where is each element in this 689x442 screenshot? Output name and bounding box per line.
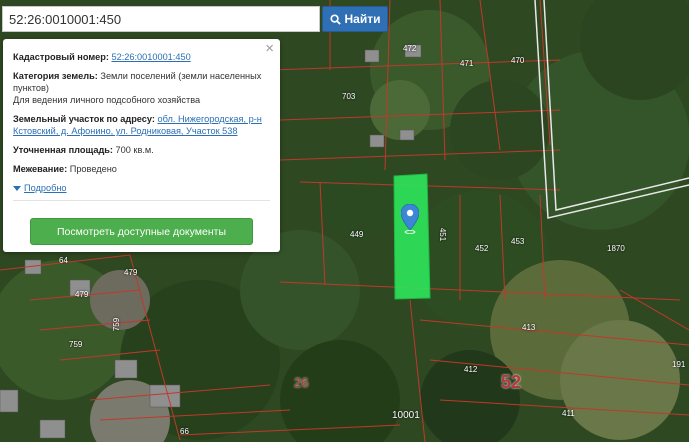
search-button[interactable]: Найти	[322, 6, 388, 32]
close-icon[interactable]: ×	[265, 41, 274, 56]
parcel-label: 191	[672, 360, 686, 369]
location-marker-icon[interactable]	[401, 204, 419, 234]
quarter-label: 52	[501, 372, 522, 392]
popup-divider	[13, 200, 270, 201]
category-row: Категория земель: Земли поселений (земли…	[13, 70, 270, 106]
details-link[interactable]: Подробно	[24, 182, 67, 194]
parcel-info-popup: × Кадастровый номер: 52:26:0010001:450 К…	[3, 39, 280, 252]
parcel-label: 759	[112, 317, 122, 332]
area-value: 700 кв.м.	[115, 145, 154, 155]
cadastral-label: Кадастровый номер:	[13, 52, 109, 62]
parcel-label: 64	[59, 256, 68, 265]
parcel-label: 471	[460, 59, 474, 68]
area-label: Уточненная площадь:	[13, 145, 113, 155]
cadastral-number-link[interactable]: 52:26:0010001:450	[111, 52, 190, 62]
selected-parcel[interactable]	[393, 173, 431, 300]
details-toggle[interactable]: Подробно	[13, 182, 270, 194]
parcel-label: 703	[342, 92, 356, 101]
survey-row: Межевание: Проведено	[13, 163, 270, 175]
area-row: Уточненная площадь: 700 кв.м.	[13, 144, 270, 156]
parcel-label: 759	[69, 340, 83, 349]
address-label: Земельный участок по адресу:	[13, 114, 155, 124]
survey-label: Межевание:	[13, 164, 68, 174]
parcel-label: 1870	[607, 244, 625, 253]
parcel-label: 411	[562, 409, 575, 418]
caret-down-icon	[13, 185, 21, 191]
address-row: Земельный участок по адресу: обл. Нижего…	[13, 113, 270, 137]
parcel-label: 412	[464, 365, 478, 374]
parcel-label: 453	[511, 237, 525, 246]
permitted-use-value: Для ведения личного подсобного хозяйства	[13, 95, 201, 105]
category-label: Категория земель:	[13, 71, 98, 81]
view-documents-button[interactable]: Посмотреть доступные документы	[30, 218, 253, 245]
sub-quarter-label: 26	[294, 375, 309, 390]
search-button-label: Найти	[344, 12, 381, 26]
cadastral-row: Кадастровый номер: 52:26:0010001:450	[13, 51, 270, 63]
parcel-label: 451	[438, 227, 448, 242]
parcel-label: 413	[522, 323, 536, 332]
parcel-label: 479	[124, 268, 138, 277]
search-icon	[329, 13, 341, 25]
survey-value: Проведено	[69, 164, 117, 174]
parcel-label: 452	[475, 244, 489, 253]
parcel-label: 479	[75, 290, 89, 299]
parcel-label: 470	[511, 56, 525, 65]
parcel-label: 472	[403, 44, 417, 53]
search-input[interactable]	[2, 6, 320, 32]
parcel-label: 449	[350, 230, 364, 239]
parcel-label: 66	[180, 427, 189, 436]
block-label: 10001	[392, 410, 420, 421]
